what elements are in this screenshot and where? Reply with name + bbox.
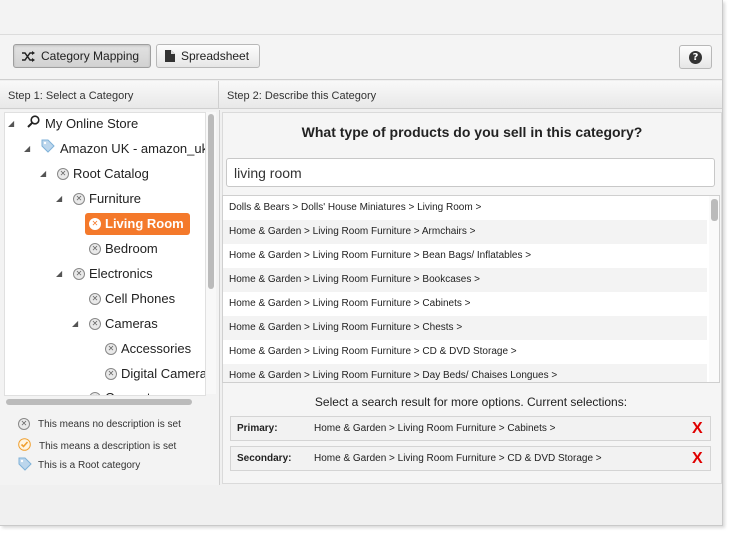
results-scrollbar[interactable] [709, 196, 719, 382]
legend-no-description: ✕ This means no description is set [18, 418, 181, 430]
step1-header: Step 1: Select a Category [0, 81, 219, 109]
result-row[interactable]: Home & Garden > Living Room Furniture > … [223, 220, 707, 244]
search-results-list: Dolls & Bears > Dolls' House Miniatures … [222, 195, 720, 383]
no-description-icon: ✕ [18, 418, 30, 430]
spreadsheet-button[interactable]: Spreadsheet [156, 44, 260, 68]
collapse-arrow-icon[interactable]: ◢ [56, 188, 62, 210]
no-description-icon: ✕ [89, 293, 101, 305]
category-tree-panel: ◢ My Online Store ◢ Amazon UK - amazon_u… [0, 110, 220, 485]
result-row[interactable]: Home & Garden > Living Room Furniture > … [223, 364, 707, 382]
primary-label: Primary: [237, 423, 278, 434]
secondary-value: Home & Garden > Living Room Furniture > … [314, 453, 602, 464]
tree-node-label: Root Catalog [73, 166, 149, 181]
step2-header: Step 2: Describe this Category [219, 81, 722, 109]
result-row[interactable]: Home & Garden > Living Room Furniture > … [223, 268, 707, 292]
check-icon [18, 438, 31, 454]
legend-label: This is a Root category [38, 460, 141, 471]
tag-icon [18, 457, 32, 474]
selection-hint: Select a search result for more options.… [314, 395, 628, 409]
tree-node-label: Bedroom [105, 241, 158, 256]
tree-node-label: Cell Phones [105, 291, 176, 306]
collapse-arrow-icon[interactable]: ◢ [40, 163, 46, 185]
primary-value: Home & Garden > Living Room Furniture > … [314, 423, 556, 434]
category-tree: ◢ My Online Store ◢ Amazon UK - amazon_u… [4, 112, 206, 396]
tree-node-label: Living Room [105, 216, 184, 231]
collapse-arrow-icon[interactable]: ◢ [72, 387, 78, 395]
secondary-selection: Secondary: Home & Garden > Living Room F… [230, 446, 711, 471]
question-heading: What type of products do you sell in thi… [301, 124, 643, 140]
tree-node-label: Digital Cameras [121, 366, 206, 381]
tree-horizontal-scrollbar[interactable] [4, 396, 204, 406]
tree-node-label: Electronics [89, 266, 153, 281]
category-mapping-button[interactable]: Category Mapping [13, 44, 151, 68]
secondary-label: Secondary: [237, 453, 292, 464]
no-description-icon: ✕ [89, 243, 101, 255]
shuffle-icon [22, 50, 35, 62]
collapse-arrow-icon[interactable]: ◢ [8, 113, 14, 135]
no-description-icon: ✕ [89, 218, 101, 230]
help-button[interactable]: ? [679, 45, 712, 69]
result-row[interactable]: Home & Garden > Living Room Furniture > … [223, 244, 707, 268]
legend-label: This means no description is set [38, 418, 181, 430]
tree-node-label: Furniture [89, 191, 142, 206]
legend-description-set: This means a description is set [18, 438, 176, 454]
primary-selection: Primary: Home & Garden > Living Room Fur… [230, 416, 711, 441]
no-description-icon: ✕ [105, 343, 117, 355]
tree-node-label: Computers [105, 387, 169, 395]
tree-node-label: Accessories [121, 341, 192, 356]
spreadsheet-label: Spreadsheet [181, 49, 250, 63]
category-mapping-label: Category Mapping [41, 49, 140, 63]
help-icon: ? [689, 50, 702, 64]
result-row[interactable]: Home & Garden > Living Room Furniture > … [223, 316, 707, 340]
tree-node-label: Amazon UK - amazon_uk [60, 141, 206, 156]
legend-root-category: This is a Root category [18, 457, 140, 474]
tree-node-living-room[interactable]: ✕ Living Room [85, 213, 190, 235]
collapse-arrow-icon[interactable]: ◢ [72, 313, 78, 335]
collapse-arrow-icon[interactable]: ◢ [24, 138, 30, 160]
legend-label: This means a description is set [39, 440, 177, 452]
no-description-icon: ✕ [73, 193, 85, 205]
no-description-icon: ✕ [57, 168, 69, 180]
no-description-icon: ✕ [89, 318, 101, 330]
search-icon [27, 113, 40, 135]
document-icon [165, 50, 175, 62]
top-strip [0, 0, 722, 35]
no-description-icon: ✕ [105, 368, 117, 380]
tree-node-label: My Online Store [45, 116, 139, 131]
tag-icon [41, 138, 55, 160]
remove-secondary-button[interactable]: X [692, 447, 703, 470]
collapse-arrow-icon[interactable]: ◢ [56, 263, 62, 285]
no-description-icon: ✕ [73, 268, 85, 280]
result-row[interactable]: Home & Garden > Living Room Furniture > … [223, 340, 707, 364]
result-row[interactable]: Home & Garden > Living Room Furniture > … [223, 292, 707, 316]
result-row[interactable]: Dolls & Bears > Dolls' House Miniatures … [223, 196, 707, 220]
remove-primary-button[interactable]: X [692, 417, 703, 440]
tree-vertical-scrollbar[interactable] [206, 112, 216, 394]
tree-node-label: Cameras [105, 316, 158, 331]
category-search-input[interactable] [226, 158, 715, 187]
